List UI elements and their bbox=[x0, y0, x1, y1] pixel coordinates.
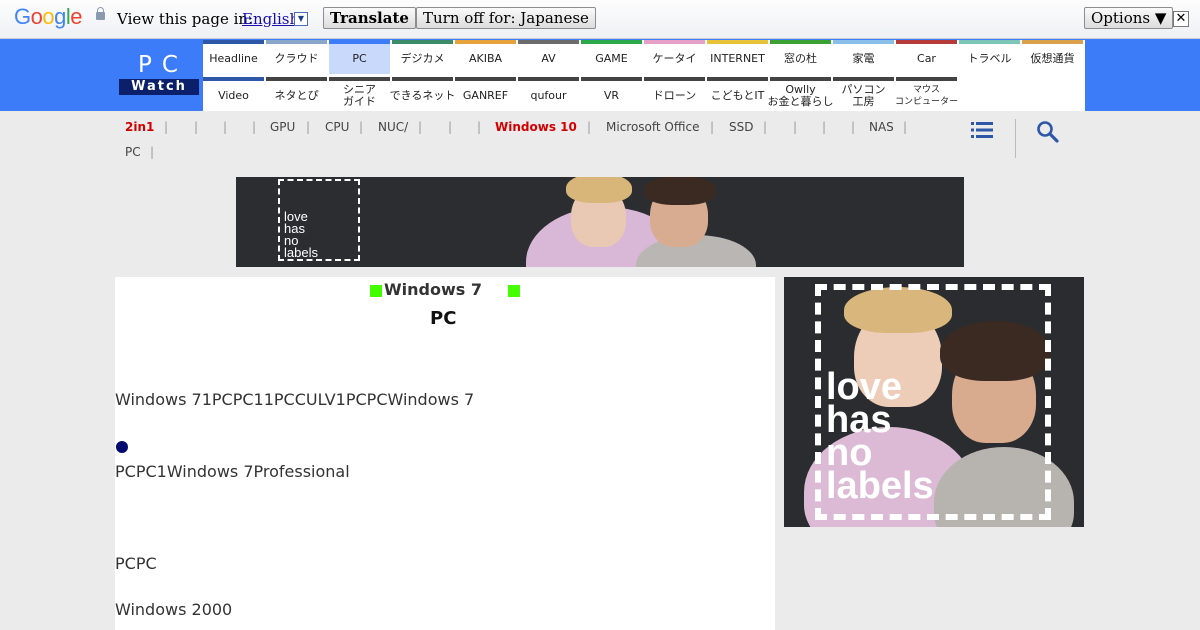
article-body: Windows 7 PC Windows 71PCPC11PCCULV1PCPC… bbox=[115, 277, 775, 630]
pc-watch-logo[interactable]: PC Watch bbox=[119, 52, 199, 95]
nav-item-2-0[interactable]: Video bbox=[203, 77, 264, 111]
subnav-2in1[interactable]: 2in1 bbox=[125, 120, 154, 134]
nav-item-1-13[interactable]: 仮想通貨 bbox=[1022, 40, 1083, 74]
side-ad[interactable]: love has no labels bbox=[784, 277, 1084, 527]
subnav-separator: | bbox=[851, 120, 856, 134]
nav-item-2-9[interactable]: Owlly お金と暮らし bbox=[768, 77, 834, 111]
nav-item-1-7[interactable]: ケータイ bbox=[644, 40, 705, 74]
article-paragraph: Windows 71PCPC11PCCULV1PCPCWindows 7 bbox=[115, 390, 475, 409]
logo-pc-text: PC bbox=[138, 52, 188, 78]
nav-item-2-11[interactable]: マウス コンピューター bbox=[895, 77, 958, 111]
subnav-separator: | bbox=[164, 120, 169, 134]
nav-item-2-4[interactable]: GANREF bbox=[455, 77, 516, 111]
subnav-nuc[interactable]: NUC/ bbox=[378, 120, 408, 134]
nav-item-2-8[interactable]: こどもとIT bbox=[707, 77, 768, 111]
nav-item-1-1[interactable]: クラウド bbox=[266, 40, 327, 74]
menu-list-icon[interactable] bbox=[971, 121, 993, 139]
nav-item-2-2[interactable]: シニア ガイド bbox=[329, 77, 390, 111]
subnav-separator: | bbox=[359, 120, 364, 134]
article-title: Windows 7 bbox=[384, 280, 482, 299]
nav-item-1-2[interactable]: PC bbox=[329, 40, 390, 74]
lock-icon bbox=[96, 7, 105, 20]
header-divider bbox=[1015, 119, 1016, 158]
subnav-separator: | bbox=[306, 120, 311, 134]
google-logo: Google bbox=[14, 4, 83, 29]
nav-item-1-9[interactable]: 窓の杜 bbox=[770, 40, 831, 74]
subnav-separator: | bbox=[903, 120, 908, 134]
bullet-icon bbox=[116, 441, 128, 453]
article-subtitle: PC bbox=[430, 308, 457, 329]
banner-ad-text: love has no labels bbox=[278, 179, 360, 261]
search-icon[interactable] bbox=[1036, 120, 1060, 144]
banner-child-1-hair bbox=[566, 177, 632, 203]
language-dropdown-icon[interactable]: ▼ bbox=[294, 12, 308, 26]
translate-prompt: View this page in: bbox=[117, 10, 254, 28]
nav-item-2-10[interactable]: パソコン 工房 bbox=[833, 77, 894, 111]
nav-item-1-8[interactable]: INTERNET bbox=[707, 40, 768, 74]
banner-child-2-hair bbox=[644, 177, 716, 205]
nav-item-1-4[interactable]: AKIBA bbox=[455, 40, 516, 74]
article-paragraph: Windows 2000 bbox=[115, 600, 233, 619]
article-paragraph: PCPC1Windows 7Professional bbox=[115, 462, 350, 481]
subnav-office[interactable]: Microsoft Office bbox=[606, 120, 699, 134]
subnav-separator: | bbox=[822, 120, 827, 134]
translate-bar: Google View this page in: English ▼ Tran… bbox=[0, 0, 1200, 39]
subnav-separator: | bbox=[477, 120, 482, 134]
article-paragraph: PCPC bbox=[115, 554, 157, 573]
subnav-separator: | bbox=[710, 120, 715, 134]
language-link[interactable]: English bbox=[242, 10, 299, 28]
nav-item-2-6[interactable]: VR bbox=[581, 77, 642, 111]
title-marker-icon bbox=[370, 285, 382, 297]
subnav-separator: | bbox=[223, 120, 228, 134]
nav-item-2-1[interactable]: ネタとぴ bbox=[266, 77, 327, 111]
nav-item-2-5[interactable]: qufour bbox=[518, 77, 579, 111]
options-button[interactable]: Options ▼ bbox=[1084, 7, 1174, 29]
subnav-separator: | bbox=[150, 145, 155, 159]
subnav-nas[interactable]: NAS bbox=[869, 120, 894, 134]
nav-item-1-0[interactable]: Headline bbox=[203, 40, 264, 74]
nav-item-1-10[interactable]: 家電 bbox=[833, 40, 894, 74]
nav-item-1-6[interactable]: GAME bbox=[581, 40, 642, 74]
subnav-windows10[interactable]: Windows 10 bbox=[495, 120, 577, 134]
nav-item-1-12[interactable]: トラベル bbox=[959, 40, 1020, 74]
translate-button[interactable]: Translate bbox=[323, 7, 416, 29]
nav-item-1-5[interactable]: AV bbox=[518, 40, 579, 74]
category-nav: Headline クラウド PC デジカメ AKIBA AV GAME ケータイ INTERNE… bbox=[203, 40, 1085, 111]
nav-item-2-3[interactable]: できるネット bbox=[390, 77, 455, 111]
side-ad-text: love has no labels bbox=[826, 366, 934, 507]
subnav-separator: | bbox=[587, 120, 592, 134]
title-marker-icon bbox=[508, 285, 520, 297]
subnav-cpu[interactable]: CPU bbox=[325, 120, 349, 134]
subnav-separator: | bbox=[252, 120, 257, 134]
close-icon[interactable]: ✕ bbox=[1173, 11, 1189, 27]
subnav-separator: | bbox=[448, 120, 453, 134]
nav-item-1-3[interactable]: デジカメ bbox=[392, 40, 453, 74]
subnav-separator: | bbox=[194, 120, 199, 134]
subnav-pc[interactable]: PC bbox=[125, 145, 141, 159]
subnav-ssd[interactable]: SSD bbox=[729, 120, 753, 134]
logo-watch-text: Watch bbox=[119, 79, 199, 95]
subnav-separator: | bbox=[418, 120, 423, 134]
banner-ad[interactable]: love has no labels bbox=[236, 177, 964, 267]
subnav-gpu[interactable]: GPU bbox=[270, 120, 295, 134]
subnav-separator: | bbox=[763, 120, 768, 134]
nav-item-2-7[interactable]: ドローン bbox=[644, 77, 705, 111]
turn-off-button[interactable]: Turn off for: Japanese bbox=[416, 7, 596, 29]
nav-item-1-11[interactable]: Car bbox=[896, 40, 957, 74]
subnav-separator: | bbox=[793, 120, 798, 134]
